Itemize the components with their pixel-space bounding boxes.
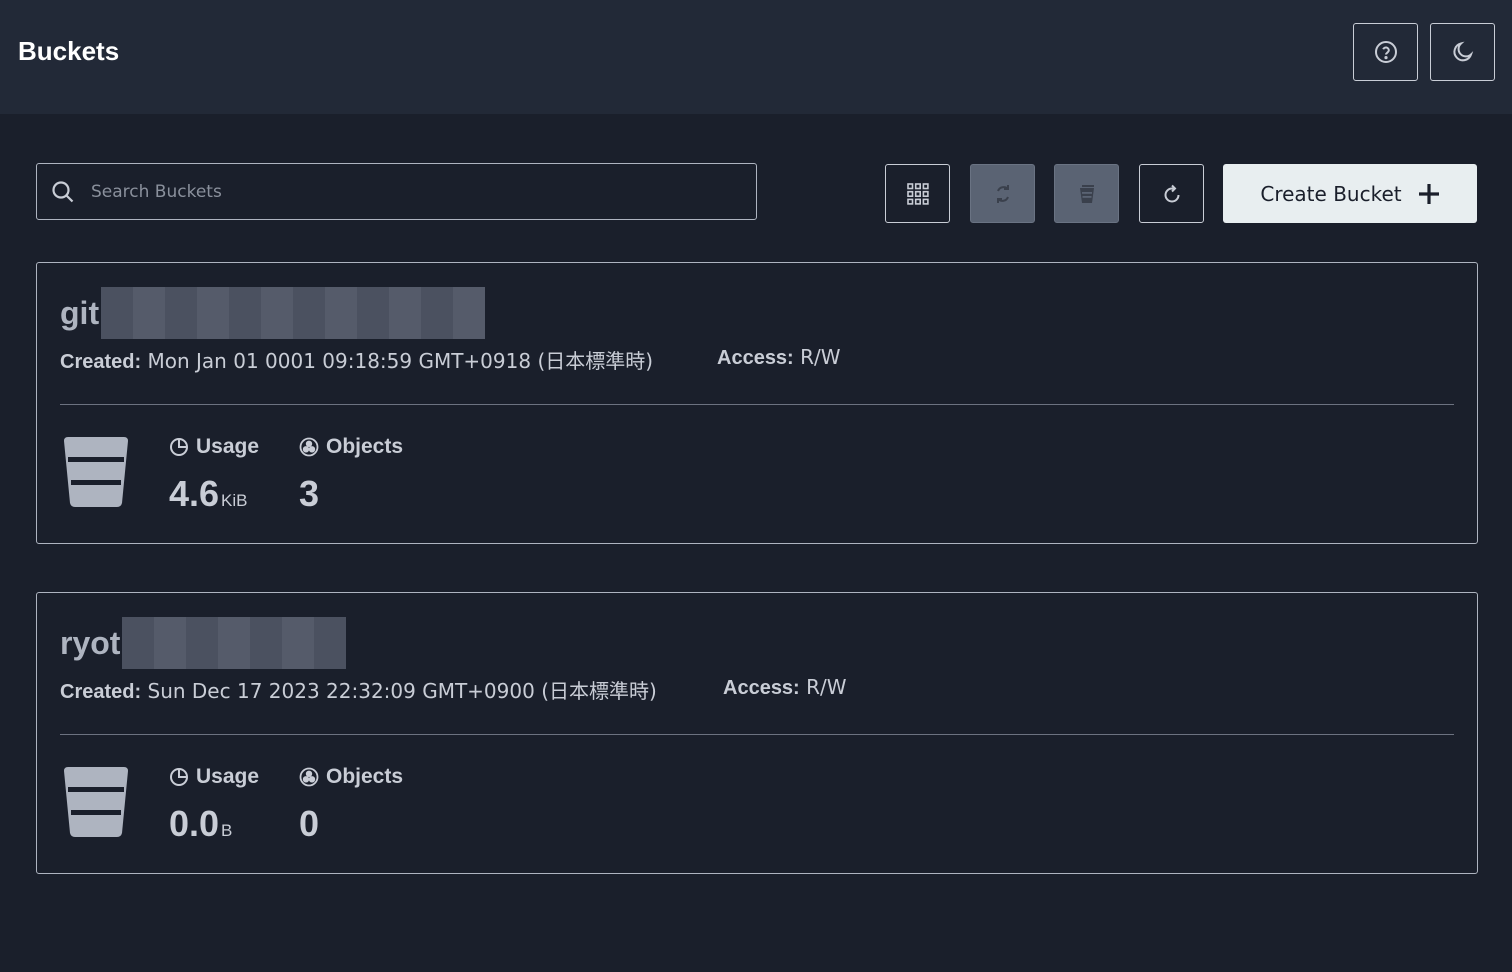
refresh-button[interactable] bbox=[1139, 164, 1204, 223]
lifecycle-icon bbox=[1079, 184, 1094, 203]
refresh-icon bbox=[1164, 184, 1179, 202]
help-button[interactable] bbox=[1353, 23, 1418, 81]
search-box[interactable] bbox=[36, 163, 757, 220]
create-bucket-label: Create Bucket bbox=[1260, 181, 1402, 206]
pie-chart-icon bbox=[170, 438, 188, 456]
divider bbox=[60, 734, 1454, 735]
search-icon bbox=[51, 180, 75, 204]
bucket-created: Created: Mon Jan 01 0001 09:18:59 GMT+09… bbox=[60, 349, 654, 373]
objects-stat: Objects 0 bbox=[299, 765, 404, 844]
bucket-name[interactable]: ryot bbox=[60, 617, 347, 669]
pie-chart-icon bbox=[170, 768, 188, 786]
objects-stat: Objects 3 bbox=[299, 435, 404, 514]
question-circle-icon bbox=[1374, 41, 1397, 63]
search-input[interactable] bbox=[91, 171, 731, 212]
usage-stat: Usage 0.0 B bbox=[169, 765, 260, 844]
bucket-card[interactable]: ryot Created: Sun Dec 17 2023 22:32:09 G… bbox=[36, 592, 1478, 874]
page-title: Buckets bbox=[18, 36, 120, 66]
lifecycle-button[interactable] bbox=[1054, 164, 1119, 223]
page-header: Buckets bbox=[0, 0, 1512, 114]
replication-button[interactable] bbox=[970, 164, 1035, 223]
usage-stat: Usage 4.6 KiB bbox=[169, 435, 260, 514]
grid-view-button[interactable] bbox=[885, 164, 950, 223]
grid-icon bbox=[906, 182, 929, 205]
theme-toggle-button[interactable] bbox=[1430, 23, 1495, 81]
bucket-created: Created: Sun Dec 17 2023 22:32:09 GMT+09… bbox=[60, 679, 657, 703]
replication-icon bbox=[996, 184, 1009, 203]
bucket-icon bbox=[64, 437, 128, 507]
bucket-access: Access: R/W bbox=[717, 345, 841, 369]
plus-icon bbox=[1418, 183, 1439, 204]
objects-icon bbox=[299, 437, 319, 457]
redacted-block bbox=[122, 617, 347, 669]
bucket-access: Access: R/W bbox=[723, 675, 847, 699]
create-bucket-button[interactable]: Create Bucket bbox=[1223, 164, 1477, 223]
bucket-name[interactable]: git bbox=[60, 287, 486, 339]
objects-icon bbox=[299, 767, 319, 787]
divider bbox=[60, 404, 1454, 405]
bucket-card[interactable]: git Created: Mon Jan 01 0001 09:18:59 GM… bbox=[36, 262, 1478, 544]
bucket-icon bbox=[64, 767, 128, 837]
moon-icon bbox=[1452, 41, 1473, 62]
redacted-block bbox=[101, 287, 486, 339]
